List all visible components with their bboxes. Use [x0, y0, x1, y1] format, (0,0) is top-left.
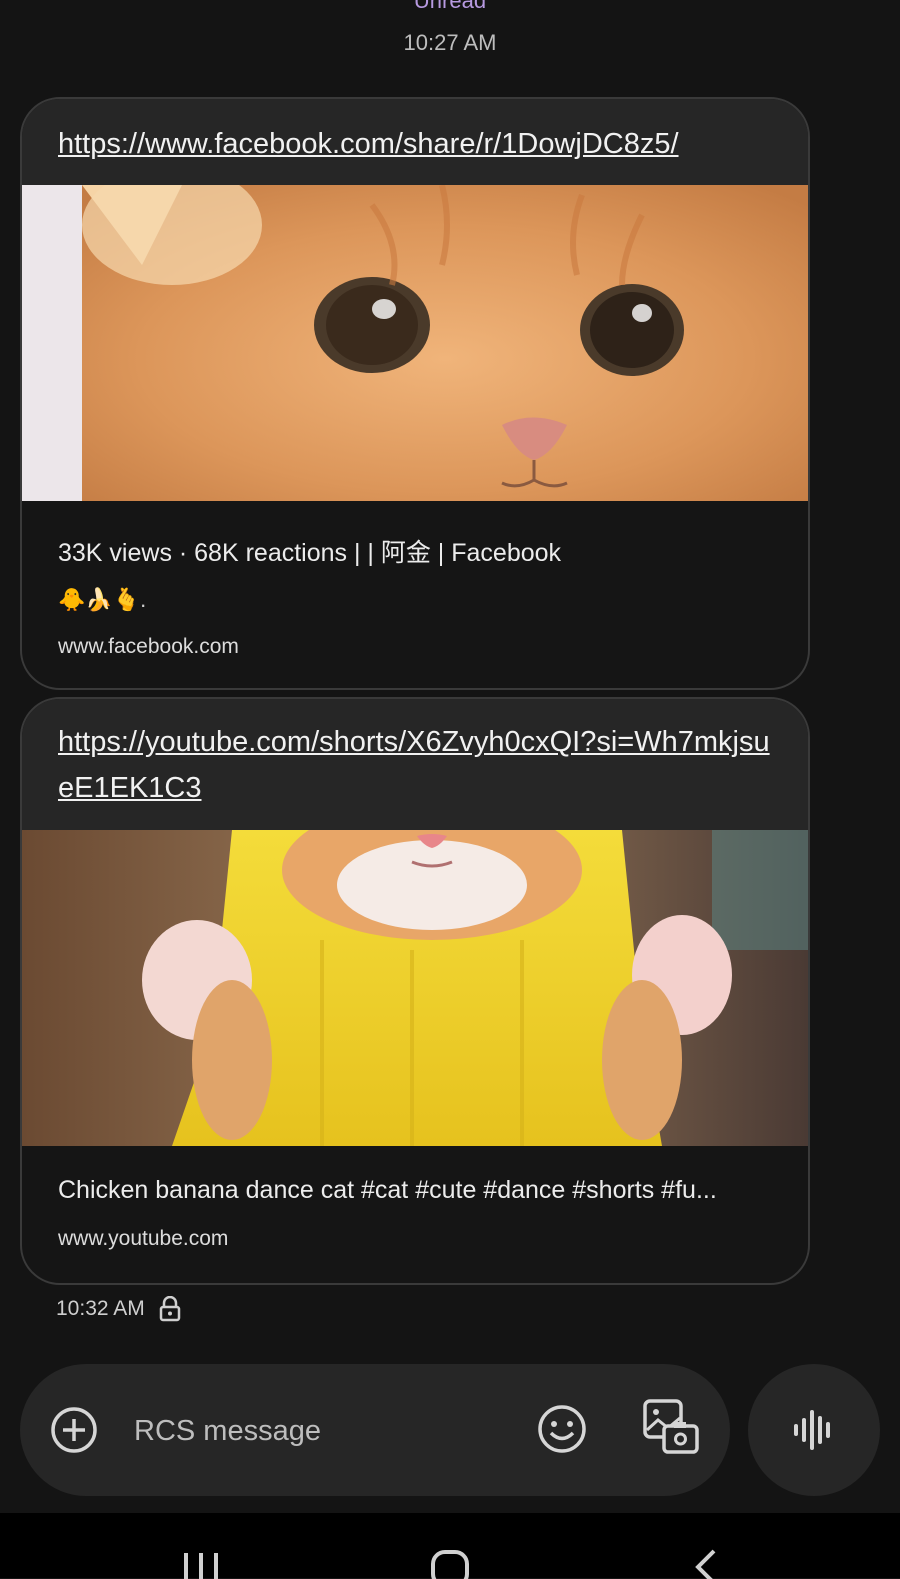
system-navigation-bar	[0, 1513, 900, 1579]
link-title: Chicken banana dance cat #cat #cute #dan…	[58, 1176, 717, 1204]
kitten-face-image	[22, 185, 808, 501]
link-url-area: https://youtube.com/shorts/X6Zvyh0cxQI?s…	[22, 699, 808, 830]
link-url[interactable]: https://youtube.com/shorts/X6Zvyh0cxQI?s…	[58, 719, 772, 811]
link-url[interactable]: https://www.facebook.com/share/r/1DowjDC…	[58, 121, 772, 167]
link-title: 33K views · 68K reactions | | 阿金 | Faceb…	[58, 539, 562, 567]
link-url-area: https://www.facebook.com/share/r/1DowjDC…	[22, 99, 808, 185]
link-domain: www.youtube.com	[58, 1227, 229, 1250]
lock-icon	[159, 1296, 180, 1322]
back-icon[interactable]	[690, 1549, 720, 1579]
gallery-camera-icon[interactable]	[642, 1398, 700, 1456]
home-icon[interactable]	[430, 1549, 470, 1579]
link-preview-card[interactable]: https://www.facebook.com/share/r/1DowjDC…	[20, 97, 810, 690]
message-timestamp: 10:27 AM	[403, 30, 497, 55]
message-composer	[20, 1364, 730, 1496]
message-status: 10:32 AM	[56, 1296, 181, 1322]
message-input[interactable]	[132, 1400, 516, 1462]
emoji-icon[interactable]	[537, 1404, 587, 1454]
unread-label: Unread	[413, 0, 487, 13]
link-thumbnail-image[interactable]	[22, 830, 808, 1146]
plus-circle-icon[interactable]	[50, 1406, 98, 1454]
link-thumbnail-image[interactable]	[22, 185, 808, 501]
message-timestamp: 10:32 AM	[56, 1297, 145, 1320]
voice-waveform-icon	[794, 1410, 830, 1450]
recents-icon[interactable]	[182, 1549, 220, 1579]
banana-cat-image	[22, 830, 808, 1146]
link-description: 🐥🍌🫰.	[58, 587, 147, 612]
link-preview-card[interactable]: https://youtube.com/shorts/X6Zvyh0cxQI?s…	[20, 697, 810, 1285]
link-domain: www.facebook.com	[58, 635, 239, 658]
voice-record-button[interactable]	[748, 1364, 880, 1496]
